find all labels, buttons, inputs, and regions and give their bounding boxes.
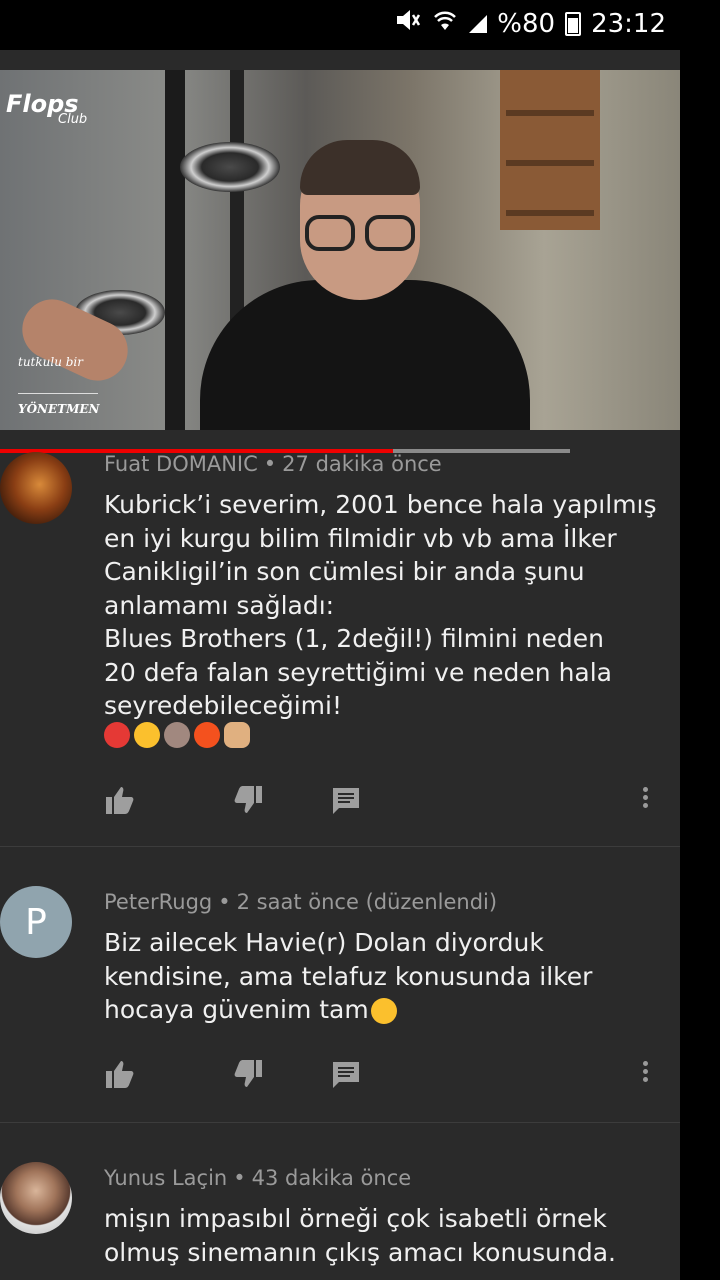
comment-text: Kubrick’i severim, 2001 bence hala yapıl… — [104, 490, 657, 720]
person-gesturing-emoji — [194, 722, 220, 748]
comment-meta: PeterRugg • 2 saat önce (düzenlendi) — [104, 890, 498, 914]
wifi-icon — [431, 8, 459, 39]
nerd-emoji — [370, 998, 397, 1024]
like-icon[interactable] — [104, 784, 136, 816]
divider — [0, 846, 680, 847]
comment-author[interactable]: Yunus Laçin — [104, 1166, 227, 1190]
video-player[interactable]: Flops Club tutkulu bir YÖNETMEN — [0, 70, 680, 430]
video-caption-line1: tutkulu bir — [18, 355, 84, 369]
app-screen: %80 23:12 Flops Club tutkulu bir YÖNETME… — [0, 0, 680, 1280]
battery-icon — [565, 11, 582, 36]
comment-meta: Yunus Laçin • 43 dakika önce — [104, 1166, 412, 1190]
reply-icon[interactable] — [330, 1058, 362, 1090]
vulcan-salute-emoji — [224, 722, 250, 748]
dislike-icon[interactable] — [232, 784, 264, 816]
comment-actions — [104, 784, 664, 824]
comment-meta: Fuat DOMANIC • 27 dakika önce — [104, 452, 442, 476]
comment-time: 2 saat önce (düzenlendi) — [236, 890, 498, 914]
devil-emoji — [104, 722, 130, 748]
channel-logo: Flops Club — [6, 90, 88, 127]
more-options-icon[interactable] — [640, 1058, 650, 1090]
video-shelf — [500, 70, 600, 230]
laughing-emoji — [134, 722, 160, 748]
comment-text: mişın impasıbıl örneği çok isabetli örne… — [104, 1204, 616, 1267]
comment-text: Biz ailecek Havie(r) Dolan diyorduk kend… — [104, 928, 593, 1024]
video-person — [200, 280, 530, 430]
more-options-icon[interactable] — [640, 784, 650, 816]
avatar[interactable]: P — [0, 886, 72, 958]
comment-emoji-row — [104, 722, 254, 748]
avatar[interactable] — [0, 452, 72, 524]
signal-icon — [469, 14, 488, 33]
dislike-icon[interactable] — [232, 1058, 264, 1090]
comment-time: 27 dakika önce — [282, 452, 442, 476]
screen-edge — [680, 0, 720, 1280]
comment-author[interactable]: Fuat DOMANIC — [104, 452, 258, 476]
reply-icon[interactable] — [330, 784, 362, 816]
comment-actions — [104, 1058, 664, 1098]
battery-percent: %80 — [497, 8, 556, 39]
clock: 23:12 — [591, 8, 666, 39]
comment-author[interactable]: PeterRugg — [104, 890, 212, 914]
avatar[interactable] — [0, 1162, 72, 1234]
see-no-evil-emoji — [164, 722, 190, 748]
mute-icon — [395, 8, 421, 39]
divider — [0, 1122, 680, 1123]
status-bar: %80 23:12 — [0, 0, 680, 50]
comment-time: 43 dakika önce — [251, 1166, 412, 1190]
video-caption-line2: YÖNETMEN — [18, 393, 99, 416]
like-icon[interactable] — [104, 1058, 136, 1090]
